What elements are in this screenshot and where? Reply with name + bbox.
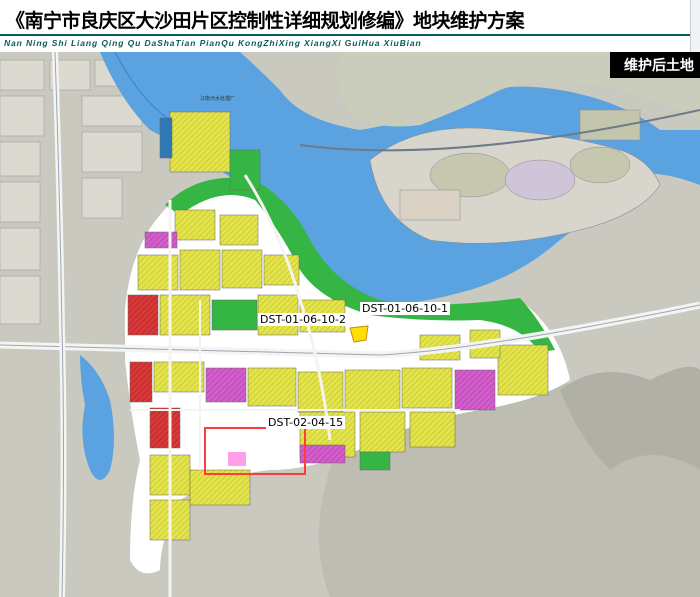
- page-title: 《南宁市良庆区大沙田片区控制性详细规划修编》地块维护方案: [6, 10, 525, 32]
- title-divider: [0, 34, 700, 36]
- parcel-label-1: DST-01-06-10-1: [360, 302, 451, 315]
- place-label: 江南污水处理厂: [200, 95, 235, 102]
- highlight-parcel: [228, 452, 246, 466]
- land-use-map: 江南污水处理厂: [0, 52, 700, 597]
- document-header: 《南宁市良庆区大沙田片区控制性详细规划修编》地块维护方案 Nan Ning Sh…: [0, 0, 700, 52]
- map-canvas: 江南污水处理厂: [0, 52, 700, 597]
- panel-label: 维护后土地: [610, 52, 700, 78]
- scrollbar-edge[interactable]: [690, 0, 700, 52]
- parcel-label-3: DST-02-04-15: [266, 416, 346, 429]
- pinyin-subtitle: Nan Ning Shi Liang Qing Qu DaShaTian Pia…: [4, 38, 422, 48]
- parcel-label-2: DST-01-06-10-2: [258, 313, 349, 326]
